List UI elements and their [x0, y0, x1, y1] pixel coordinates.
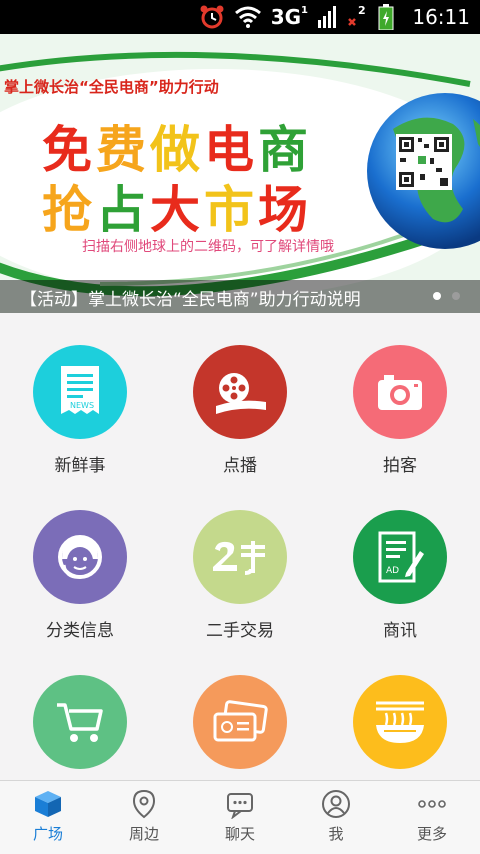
grid-item-label: 点播 — [223, 456, 257, 476]
grid-item-news[interactable]: NEWS 新鲜事 — [0, 313, 160, 478]
battery-charging-icon — [378, 4, 394, 30]
nav-item-label: 我 — [328, 825, 344, 843]
banner-top-line: 掌上微长治“全民电商”助力行动 — [4, 78, 219, 96]
grid-item-tickets[interactable] — [160, 643, 320, 780]
film-reel-icon — [193, 345, 287, 439]
network-superscript: 1 — [301, 5, 308, 16]
grid-item-label: 新鲜事 — [54, 456, 106, 476]
banner-headline-2: 抢占大市场 — [42, 170, 312, 242]
nav-item-me[interactable]: 我 — [288, 781, 384, 854]
status-bar: 3G 1 2 16:11 — [0, 0, 480, 34]
second-hand-icon — [193, 510, 287, 604]
nav-item-label: 更多 — [416, 825, 447, 843]
grid-item-vod[interactable]: 点播 — [160, 313, 320, 478]
sim2-label: 2 — [358, 4, 366, 17]
location-pin-icon — [132, 789, 156, 819]
headline-char: 占 — [96, 180, 150, 239]
carousel-dot[interactable] — [452, 292, 460, 300]
grid-item-shopping[interactable] — [0, 643, 160, 780]
nav-item-label: 周边 — [128, 825, 159, 843]
svg-text:NEWS: NEWS — [70, 401, 94, 410]
shopping-cart-icon — [33, 675, 127, 769]
headline-char: 抢 — [42, 180, 96, 239]
chat-bubble-icon — [227, 793, 253, 819]
banner-caption: 【活动】掌上微长治“全民电商”助力行动说明 — [20, 290, 361, 310]
news-icon: NEWS — [33, 345, 127, 439]
grid-item-label: 分类信息 — [46, 621, 114, 641]
grid-item-second-hand[interactable]: 二手交易 — [160, 478, 320, 643]
carousel-dot-active[interactable] — [433, 292, 441, 300]
nav-item-label: 聊天 — [224, 825, 255, 843]
grid-item-food[interactable] — [320, 643, 480, 780]
network-type-label: 3G — [270, 5, 302, 29]
grid-item-business-news[interactable]: AD 商讯 — [320, 478, 480, 643]
nav-item-nearby[interactable]: 周边 — [96, 781, 192, 854]
headline-char: 市 — [204, 180, 258, 239]
banner-caption-bar: 【活动】掌上微长治“全民电商”助力行动说明 — [0, 280, 480, 313]
grid-item-snapshot[interactable]: 拍客 — [320, 313, 480, 478]
grid-item-classifieds[interactable]: 分类信息 — [0, 478, 160, 643]
svg-text:AD: AD — [386, 566, 399, 576]
qr-code-icon — [396, 134, 452, 190]
wifi-icon — [234, 6, 261, 28]
banner-hint: 扫描右侧地球上的二维码，可了解详情哦 — [82, 239, 334, 255]
nav-item-label: 广场 — [32, 825, 63, 843]
nav-item-square[interactable]: 广场 — [0, 781, 96, 854]
user-icon — [322, 790, 350, 818]
nav-item-more[interactable]: 更多 — [384, 781, 480, 854]
ad-document-icon: AD — [353, 510, 447, 604]
cube-icon — [35, 791, 61, 817]
bottom-navigation: 广场 周边 聊天 我 更多 — [0, 780, 480, 854]
more-icon — [418, 800, 446, 808]
tickets-icon — [193, 675, 287, 769]
clock: 16:11 — [412, 5, 470, 29]
nav-item-chat[interactable]: 聊天 — [192, 781, 288, 854]
grid-item-label: 二手交易 — [206, 621, 274, 641]
customer-service-icon — [33, 510, 127, 604]
alarm-icon — [200, 5, 224, 29]
camera-icon — [353, 345, 447, 439]
activity-banner[interactable]: 掌上微长治“全民电商”助力行动 免费做电商 抢占大市场 扫描右侧地球上的二维码，… — [0, 34, 480, 313]
signal-icon — [318, 6, 336, 28]
grid-item-label: 拍客 — [383, 456, 417, 476]
noodle-bowl-icon — [353, 675, 447, 769]
feature-grid: NEWS 新鲜事 点播 拍客 分类信息 二手交易 AD 商讯 — [0, 313, 480, 780]
headline-char: 大 — [150, 180, 204, 239]
headline-char: 场 — [258, 180, 312, 239]
grid-item-label: 商讯 — [383, 621, 417, 641]
